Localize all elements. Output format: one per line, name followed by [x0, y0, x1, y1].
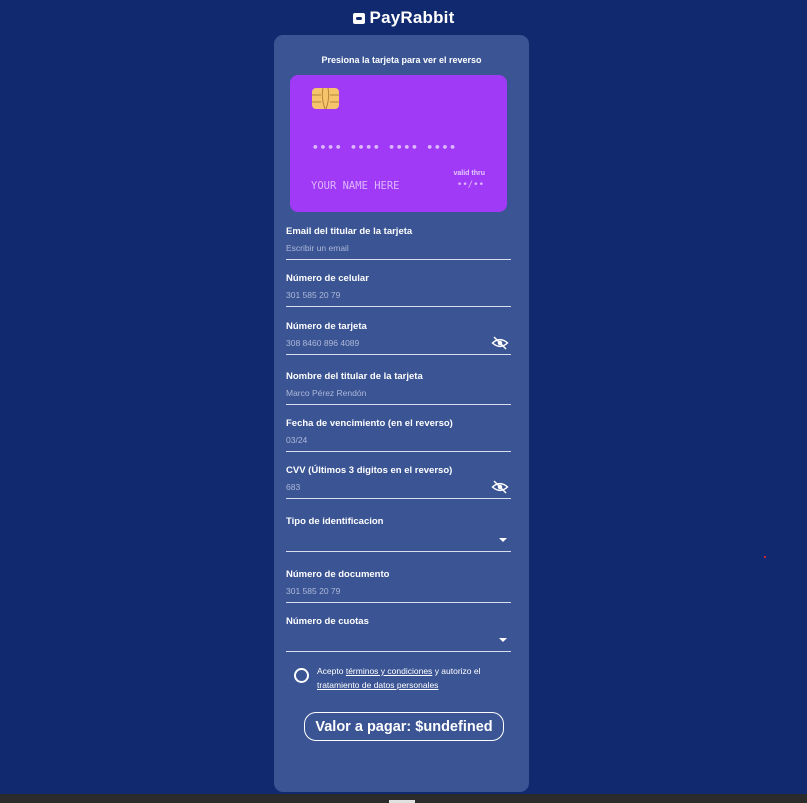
installments-select[interactable]: Número de cuotas [286, 616, 511, 652]
card-number-field[interactable]: Número de tarjeta 308 8460 896 4089 [286, 321, 511, 355]
card-number-input[interactable]: 308 8460 896 4089 [286, 338, 359, 348]
cvv-label: CVV (Últimos 3 digitos en el reverso) [286, 465, 453, 476]
holder-field[interactable]: Nombre del titular de la tarjeta Marco P… [286, 371, 511, 405]
card-flip-hint: Presiona la tarjeta para ver el reverso [321, 55, 482, 65]
expiry-input[interactable]: 03/24 [286, 435, 307, 445]
id-type-label: Tipo de identificacion [286, 516, 384, 527]
email-input[interactable]: Escribir un email [286, 243, 349, 253]
expiry-field[interactable]: Fecha de vencimiento (en el reverso) 03/… [286, 418, 511, 452]
holder-input[interactable]: Marco Pérez Rendón [286, 388, 366, 398]
eye-off-icon[interactable] [491, 336, 509, 350]
pay-button[interactable]: Valor a pagar: $undefined [304, 712, 504, 741]
privacy-link[interactable]: tratamiento de datos personales [317, 680, 438, 690]
installments-label: Número de cuotas [286, 616, 369, 627]
payment-form-panel: Presiona la tarjeta para ver el reverso … [274, 35, 529, 792]
stray-pixel [764, 556, 766, 558]
card-number-preview: •••• •••• •••• •••• [312, 141, 457, 154]
id-type-select[interactable]: Tipo de identificacion [286, 516, 511, 552]
chevron-down-icon[interactable] [499, 638, 507, 642]
card-preview[interactable]: •••• •••• •••• •••• YOUR NAME HERE valid… [290, 75, 507, 212]
card-chip-icon [312, 88, 339, 109]
card-logo-icon [352, 12, 365, 24]
email-label: Email del titular de la tarjeta [286, 226, 413, 237]
valid-thru-label: valid thru [453, 170, 485, 177]
terms-prefix: Acepto [317, 666, 344, 676]
brand-logo: PayRabbit [0, 8, 807, 28]
cvv-input[interactable]: 683 [286, 482, 300, 492]
eye-off-icon[interactable] [491, 480, 509, 494]
card-number-label: Número de tarjeta [286, 321, 367, 332]
expiry-label: Fecha de vencimiento (en el reverso) [286, 418, 453, 429]
phone-label: Número de celular [286, 273, 369, 284]
brand-name: PayRabbit [369, 8, 455, 27]
terms-link[interactable]: términos y condiciones [346, 666, 432, 676]
terms-text: Acepto términos y condiciones y autorizo… [317, 664, 517, 692]
chevron-down-icon[interactable] [499, 538, 507, 542]
holder-label: Nombre del titular de la tarjeta [286, 371, 423, 382]
email-field[interactable]: Email del titular de la tarjeta Escribir… [286, 226, 511, 260]
terms-consent: Acepto términos y condiciones y autorizo… [294, 664, 514, 694]
phone-input[interactable]: 301 585 20 79 [286, 290, 340, 300]
taskbar [0, 794, 807, 803]
phone-field[interactable]: Número de celular 301 585 20 79 [286, 273, 511, 307]
card-holder-preview: YOUR NAME HERE [311, 180, 400, 192]
doc-number-field[interactable]: Número de documento 301 585 20 79 [286, 569, 511, 603]
doc-number-label: Número de documento [286, 569, 390, 580]
valid-thru-value: ••/•• [456, 180, 484, 190]
terms-radio[interactable] [294, 668, 309, 683]
doc-number-input[interactable]: 301 585 20 79 [286, 586, 340, 596]
cvv-field[interactable]: CVV (Últimos 3 digitos en el reverso) 68… [286, 465, 511, 499]
terms-middle: y autorizo el [434, 666, 481, 676]
